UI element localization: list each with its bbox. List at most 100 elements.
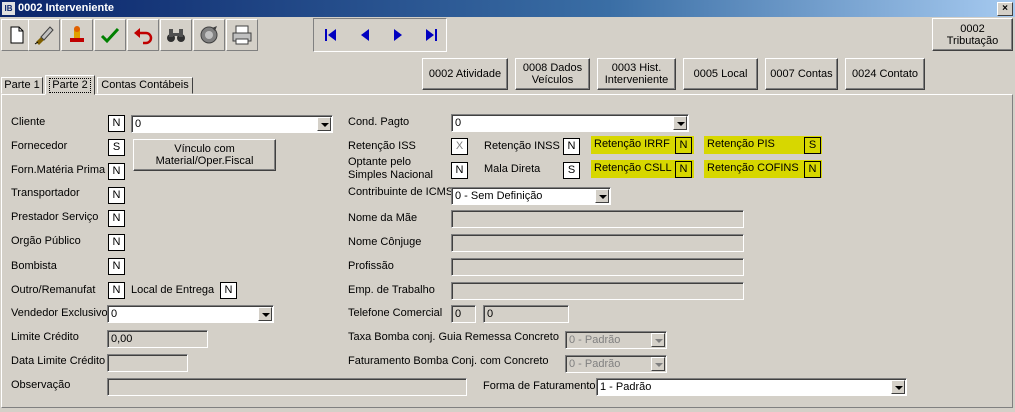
vendedor-combo-value: 0: [111, 308, 118, 320]
retencao-irrf-flag[interactable]: N: [675, 137, 692, 154]
profissao-field[interactable]: [451, 258, 744, 276]
tab-parte-2[interactable]: Parte 2: [45, 75, 95, 95]
taxa-bomba-label: Taxa Bomba conj. Guia Remessa Concreto: [348, 331, 559, 343]
save-button[interactable]: [193, 19, 225, 51]
disk-icon: [200, 26, 218, 44]
forma-faturamento-combo[interactable]: 1 - Padrão: [596, 378, 907, 396]
atividade-button[interactable]: 0002 Atividade: [422, 58, 508, 90]
tab-parte-1[interactable]: Parte 1: [1, 77, 43, 94]
dados-veiculos-button[interactable]: 0008 Dados Veículos: [515, 58, 590, 90]
orgao-label: Orgão Público: [11, 235, 81, 247]
profissao-label: Profissão: [348, 260, 394, 272]
faturamento-bomba-combo[interactable]: 0 - Padrão: [565, 355, 667, 373]
hist-interveniente-button[interactable]: 0003 Hist. Interveniente: [597, 58, 676, 90]
close-button[interactable]: ×: [997, 2, 1013, 16]
retencao-csll-flag[interactable]: N: [675, 161, 692, 178]
limite-credito-field[interactable]: 0,00: [107, 330, 208, 348]
app-icon: IB: [2, 2, 15, 15]
cliente-combo[interactable]: 0: [131, 115, 333, 133]
emp-trabalho-field[interactable]: [451, 282, 744, 300]
nome-conjuge-field[interactable]: [451, 234, 744, 252]
confirm-button[interactable]: [94, 19, 126, 51]
next-record-button[interactable]: [382, 19, 413, 51]
telefone-ddd-field[interactable]: 0: [451, 305, 476, 323]
stamp-button[interactable]: [61, 19, 93, 51]
mala-direta-flag[interactable]: S: [563, 162, 580, 179]
retencao-inss-flag[interactable]: N: [563, 138, 580, 155]
undo-button[interactable]: [127, 19, 159, 51]
outro-flag[interactable]: N: [108, 282, 125, 299]
retencao-csll-label: Retenção CSLL: [594, 162, 672, 174]
contas-button[interactable]: 0007 Contas: [765, 58, 838, 90]
first-record-button[interactable]: [315, 19, 346, 51]
retencao-inss-label: Retenção INSS: [484, 140, 560, 152]
title-bar: IB 0002 Interveniente ×: [0, 0, 1015, 17]
bombista-flag[interactable]: N: [108, 258, 125, 275]
last-record-icon: [425, 29, 437, 41]
optante-flag[interactable]: N: [451, 162, 468, 179]
cond-pagto-combo[interactable]: 0: [451, 114, 689, 132]
telefone-numero-field[interactable]: 0: [483, 305, 569, 323]
chevron-down-icon[interactable]: [651, 357, 665, 371]
vendedor-label: Vendedor Exclusivo: [11, 307, 108, 319]
chevron-down-icon[interactable]: [258, 307, 272, 321]
retencao-iss-flag[interactable]: X: [451, 138, 468, 155]
fornecedor-flag[interactable]: S: [108, 139, 125, 156]
vinculo-button[interactable]: Vínculo com Material/Oper.Fiscal: [133, 139, 276, 171]
transportador-flag[interactable]: N: [108, 187, 125, 204]
chevron-down-icon[interactable]: [595, 189, 609, 203]
local-entrega-flag[interactable]: N: [220, 282, 237, 299]
limite-credito-label: Limite Crédito: [11, 331, 79, 343]
data-limite-field[interactable]: [107, 354, 188, 372]
next-record-icon: [393, 29, 402, 41]
retencao-pis-flag[interactable]: S: [804, 137, 821, 154]
print-button[interactable]: [226, 19, 258, 51]
observacao-field[interactable]: [107, 378, 467, 396]
vendedor-combo[interactable]: 0: [107, 305, 274, 323]
search-button[interactable]: [160, 19, 192, 51]
contribuinte-icms-combo[interactable]: 0 - Sem Definição: [451, 187, 611, 205]
faturamento-bomba-value: 0 - Padrão: [569, 358, 621, 370]
contribuinte-icms-value: 0 - Sem Definição: [455, 190, 543, 202]
forn-materia-label: Forn.Matéria Prima: [11, 164, 106, 176]
printer-icon: [232, 25, 252, 45]
chevron-down-icon[interactable]: [317, 117, 331, 131]
optante-label: Optante pelo Simples Nacional: [348, 156, 433, 181]
emp-trabalho-label: Emp. de Trabalho: [348, 284, 435, 296]
outro-label: Outro/Remanufat: [11, 284, 96, 296]
cliente-combo-value: 0: [135, 118, 142, 130]
transportador-label: Transportador: [11, 187, 80, 199]
forma-faturamento-value: 1 - Padrão: [600, 381, 652, 393]
forn-materia-flag[interactable]: N: [108, 163, 125, 180]
retencao-iss-label: Retenção ISS: [348, 140, 416, 152]
contato-button[interactable]: 0024 Contato: [845, 58, 925, 90]
chevron-down-icon[interactable]: [891, 380, 905, 394]
prev-record-button[interactable]: [349, 19, 380, 51]
fornecedor-label: Fornecedor: [11, 140, 68, 152]
binoculars-icon: [167, 29, 185, 42]
cliente-flag[interactable]: N: [108, 115, 125, 132]
nome-mae-label: Nome da Mãe: [348, 212, 418, 224]
local-button[interactable]: 0005 Local: [683, 58, 758, 90]
nome-mae-field[interactable]: [451, 210, 744, 228]
edit-button[interactable]: [28, 19, 60, 51]
check-icon: [100, 27, 120, 44]
tributacao-button[interactable]: 0002 Tributação: [932, 18, 1013, 51]
chevron-down-icon[interactable]: [651, 333, 665, 347]
local-entrega-label: Local de Entrega: [131, 284, 215, 296]
retencao-pis-label: Retenção PIS: [707, 138, 775, 150]
mala-direta-label: Mala Direta: [484, 163, 541, 175]
nome-conjuge-label: Nome Cônjuge: [348, 236, 422, 248]
taxa-bomba-combo[interactable]: 0 - Padrão: [565, 331, 667, 349]
new-document-icon: [10, 26, 24, 44]
tab-parte-2-label: Parte 2: [49, 78, 91, 93]
taxa-bomba-value: 0 - Padrão: [569, 334, 621, 346]
chevron-down-icon[interactable]: [673, 116, 687, 130]
retencao-cofins-flag[interactable]: N: [804, 161, 821, 178]
tab-contas-contabeis[interactable]: Contas Contábeis: [97, 77, 193, 94]
orgao-flag[interactable]: N: [108, 234, 125, 251]
undo-icon: [134, 28, 153, 45]
prestador-flag[interactable]: N: [108, 210, 125, 227]
last-record-button[interactable]: [415, 19, 446, 51]
contribuinte-icms-label: Contribuinte de ICMS: [348, 186, 454, 198]
